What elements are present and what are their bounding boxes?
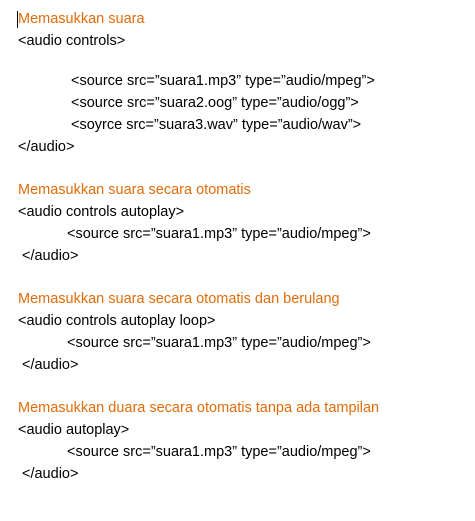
code-line-audio-open-4: <audio autoplay> [18,422,130,438]
code-line-source-1: <source src=”suara1.mp3” type=”audio/mpe… [71,73,375,89]
code-line-audio-open-3: <audio controls autoplay loop> [18,313,216,329]
code-line-audio-close-3: </audio> [22,357,79,373]
section-heading-1: Memasukkan suara [18,11,145,27]
code-line-audio-close-2: </audio> [22,248,79,264]
code-line-audio-close-4: </audio> [22,466,79,482]
code-line-audio-open-1: <audio controls> [18,33,126,49]
section-heading-2: Memasukkan suara secara otomatis [18,182,251,198]
section-heading-3: Memasukkan suara secara otomatis dan ber… [18,291,340,307]
document-page: Memasukkan suara <audio controls> <sourc… [0,0,475,521]
section-heading-4: Memasukkan duara secara otomatis tanpa a… [18,400,380,416]
code-line-audio-open-2: <audio controls autoplay> [18,204,185,220]
code-line-source-3: <soyrce src=”suara3.wav” type=”audio/wav… [71,117,362,133]
code-line-source-4: <source src=”suara1.mp3” type=”audio/mpe… [67,226,371,242]
code-line-source-5: <source src=”suara1.mp3” type=”audio/mpe… [67,335,371,351]
code-line-source-2: <source src=”suara2.oog” type=”audio/ogg… [71,95,359,111]
code-line-source-6: <source src=”suara1.mp3” type=”audio/mpe… [67,444,371,460]
code-line-audio-close-1: </audio> [18,139,75,155]
